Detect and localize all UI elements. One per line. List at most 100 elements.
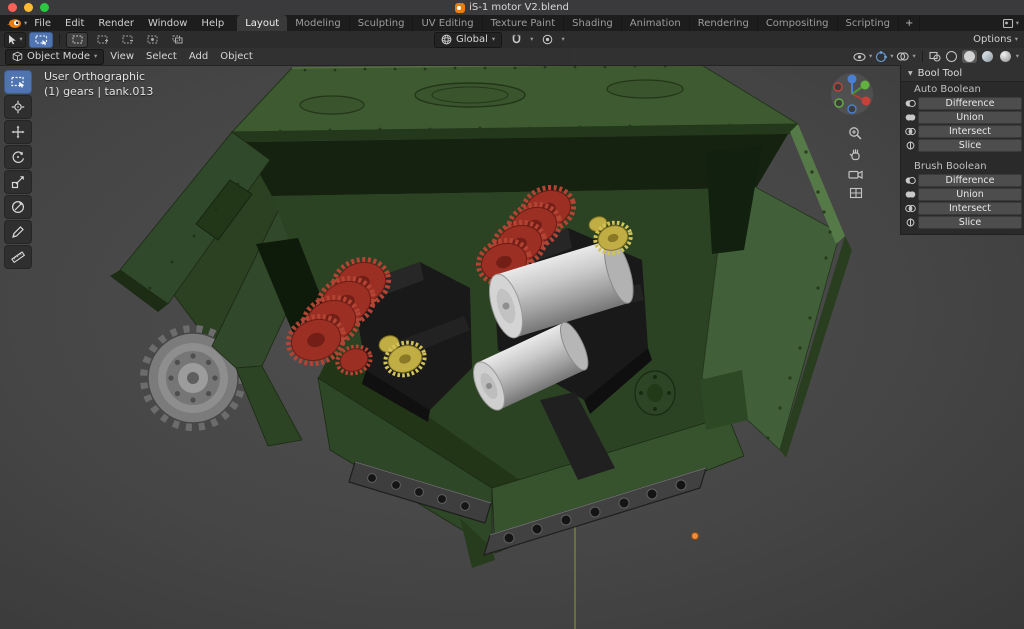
axis-z-neg-handle bbox=[848, 105, 856, 113]
brush-union-button[interactable]: Union bbox=[918, 188, 1022, 201]
chevron-down-icon[interactable]: ▾ bbox=[1016, 20, 1019, 27]
add-menu[interactable]: Add bbox=[183, 51, 214, 62]
select-mode-intersect-button[interactable] bbox=[166, 32, 188, 48]
solid-sphere-icon bbox=[964, 51, 975, 62]
box-select-tool-button[interactable] bbox=[29, 32, 53, 48]
tool-annotate[interactable] bbox=[4, 220, 32, 244]
menu-help[interactable]: Help bbox=[194, 18, 231, 29]
snap-settings-dropdown[interactable]: ▾ bbox=[530, 36, 533, 43]
section-auto-boolean[interactable]: Auto Boolean bbox=[901, 82, 1024, 97]
tab-texture-paint[interactable]: Texture Paint bbox=[483, 15, 565, 31]
tool-cursor[interactable] bbox=[4, 95, 32, 119]
auto-slice-button[interactable]: Slice bbox=[918, 139, 1022, 152]
viewport-controls bbox=[848, 126, 863, 199]
gizmo-settings-dropdown[interactable]: ▾ bbox=[890, 53, 893, 60]
snap-toggle-button[interactable] bbox=[505, 32, 527, 48]
scene-icon[interactable] bbox=[1002, 18, 1014, 29]
intersect-icon bbox=[904, 204, 916, 213]
panel-header[interactable]: ▼ Bool Tool bbox=[901, 65, 1024, 82]
3d-viewport[interactable]: Object Mode ▾ View Select Add Object ▾ ▾… bbox=[0, 48, 1024, 629]
xray-toggle-icon[interactable] bbox=[929, 51, 941, 62]
camera-view-button[interactable] bbox=[848, 168, 863, 181]
topbar: ▾ File Edit Render Window Help Layout Mo… bbox=[0, 15, 1024, 32]
section-brush-boolean[interactable]: Brush Boolean bbox=[901, 159, 1024, 174]
show-gizmo-icon[interactable] bbox=[875, 51, 887, 63]
options-dropdown[interactable]: Options bbox=[973, 34, 1012, 45]
tab-rendering[interactable]: Rendering bbox=[690, 15, 758, 31]
brush-difference-button[interactable]: Difference bbox=[918, 174, 1022, 187]
3d-scene bbox=[0, 48, 1024, 629]
axis-x-handle bbox=[862, 97, 871, 106]
active-tool-dropdown[interactable]: ▾ bbox=[4, 32, 26, 48]
brush-intersect-button[interactable]: Intersect bbox=[918, 202, 1022, 215]
select-mode-set-button[interactable] bbox=[66, 32, 88, 48]
menu-render[interactable]: Render bbox=[91, 18, 141, 29]
tab-shading[interactable]: Shading bbox=[564, 15, 622, 31]
object-menu[interactable]: Object bbox=[214, 51, 259, 62]
perspective-toggle-button[interactable] bbox=[849, 187, 863, 199]
slice-icon bbox=[904, 141, 916, 150]
tab-sculpting[interactable]: Sculpting bbox=[350, 15, 414, 31]
shading-options-dropdown[interactable]: ▾ bbox=[1016, 53, 1019, 60]
shading-wireframe-button[interactable] bbox=[944, 50, 959, 63]
axis-y-neg-handle bbox=[835, 99, 843, 107]
overlays-dropdown[interactable]: ▾ bbox=[912, 53, 915, 60]
tool-transform[interactable] bbox=[4, 195, 32, 219]
brush-slice-button[interactable]: Slice bbox=[918, 216, 1022, 229]
viewport-header-right: ▾ ▾ ▾ ▾ bbox=[853, 50, 1024, 63]
tab-animation[interactable]: Animation bbox=[622, 15, 690, 31]
auto-difference-button[interactable]: Difference bbox=[918, 97, 1022, 110]
tab-modeling[interactable]: Modeling bbox=[287, 15, 350, 31]
union-icon bbox=[904, 190, 916, 199]
show-overlays-icon[interactable] bbox=[896, 51, 909, 62]
select-menu[interactable]: Select bbox=[140, 51, 183, 62]
union-icon bbox=[904, 113, 916, 122]
select-mode-invert-button[interactable] bbox=[141, 32, 163, 48]
auto-union-button[interactable]: Union bbox=[918, 111, 1022, 124]
menu-edit[interactable]: Edit bbox=[58, 18, 91, 29]
select-mode-extend-button[interactable] bbox=[91, 32, 113, 48]
shading-material-button[interactable] bbox=[980, 50, 995, 63]
panel-title: Bool Tool bbox=[918, 68, 962, 79]
proportional-edit-dropdown[interactable]: ▾ bbox=[561, 36, 564, 43]
shading-rendered-button[interactable] bbox=[998, 50, 1013, 63]
navigation-gizmo[interactable] bbox=[828, 70, 876, 118]
tool-move[interactable] bbox=[4, 120, 32, 144]
blender-logo-icon[interactable] bbox=[6, 18, 22, 29]
tab-uv-editing[interactable]: UV Editing bbox=[413, 15, 482, 31]
tool-scale[interactable] bbox=[4, 170, 32, 194]
transform-orientation-dropdown[interactable]: Global ▾ bbox=[434, 32, 502, 48]
zoom-button[interactable] bbox=[848, 126, 863, 141]
pan-button[interactable] bbox=[848, 147, 863, 162]
proportional-edit-toggle[interactable] bbox=[536, 32, 558, 48]
bool-tool-panel: ▼ Bool Tool Auto Boolean Difference Unio… bbox=[900, 65, 1024, 235]
tool-settings-right: Options ▾ bbox=[973, 31, 1018, 48]
object-visibility-dropdown[interactable]: ▾ bbox=[869, 53, 872, 60]
toolbar bbox=[4, 70, 32, 269]
minimize-window-button[interactable] bbox=[24, 3, 33, 12]
chevron-down-icon: ▾ bbox=[94, 53, 97, 60]
mode-dropdown[interactable]: Object Mode ▾ bbox=[5, 49, 104, 65]
tool-box-select[interactable] bbox=[4, 70, 32, 94]
tab-layout[interactable]: Layout bbox=[237, 15, 287, 31]
mode-label: Object Mode bbox=[27, 51, 90, 62]
shading-solid-button[interactable] bbox=[962, 50, 977, 63]
select-mode-subtract-button[interactable] bbox=[116, 32, 138, 48]
view-menu[interactable]: View bbox=[104, 51, 140, 62]
add-workspace-button[interactable]: + bbox=[899, 15, 920, 31]
tool-settings-left: ▾ bbox=[4, 31, 188, 48]
blender-file-icon bbox=[455, 3, 465, 13]
workspace-tabs: Layout Modeling Sculpting UV Editing Tex… bbox=[237, 15, 920, 31]
tool-rotate[interactable] bbox=[4, 145, 32, 169]
object-visibility-icon[interactable] bbox=[853, 52, 866, 62]
tool-measure[interactable] bbox=[4, 245, 32, 269]
auto-intersect-button[interactable]: Intersect bbox=[918, 125, 1022, 138]
axis-z-handle bbox=[848, 75, 857, 84]
zoom-window-button[interactable] bbox=[40, 3, 49, 12]
tab-compositing[interactable]: Compositing bbox=[758, 15, 838, 31]
tab-scripting[interactable]: Scripting bbox=[838, 15, 899, 31]
object-origin-dot bbox=[692, 533, 699, 540]
close-window-button[interactable] bbox=[8, 3, 17, 12]
menu-window[interactable]: Window bbox=[141, 18, 194, 29]
menu-file[interactable]: File bbox=[27, 18, 58, 29]
